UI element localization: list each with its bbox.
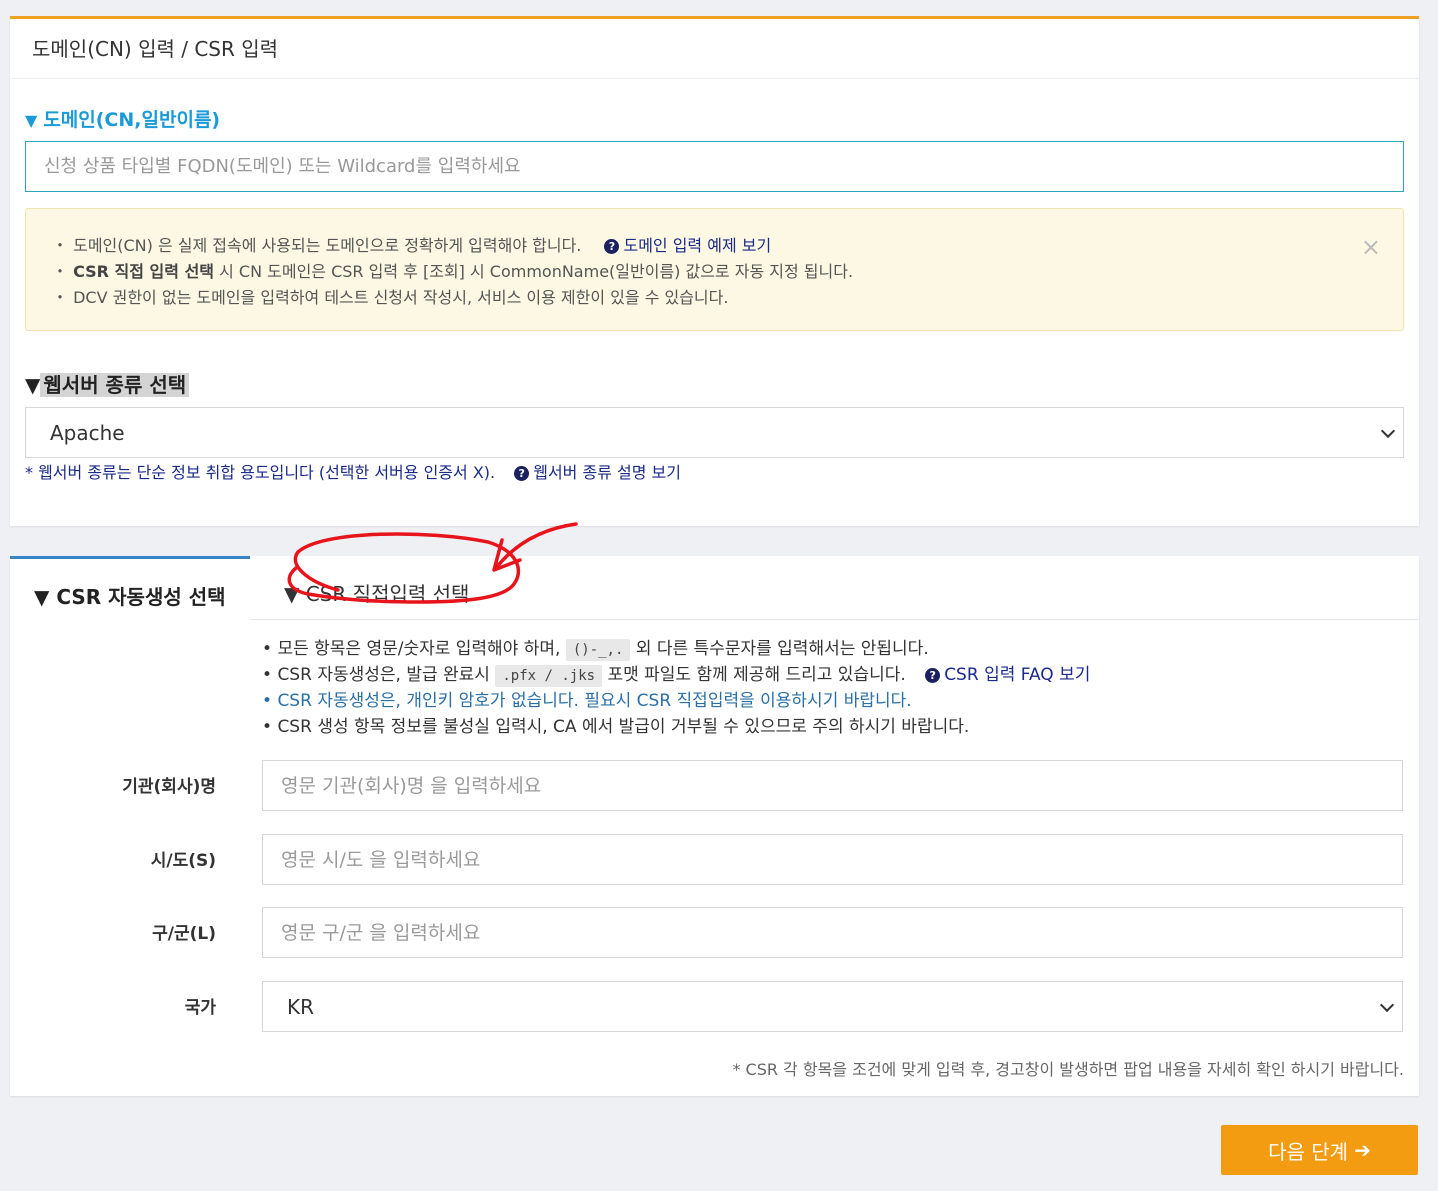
file-format-code: .pfx / .jks	[495, 665, 603, 687]
next-step-label: 다음 단계	[1268, 1139, 1349, 1164]
domain-label-text: 도메인(CN,일반이름)	[43, 109, 221, 131]
notice-line-1: ・ 도메인(CN) 은 실제 접속에 사용되는 도메인으로 정확하게 입력해야 …	[52, 236, 772, 255]
question-circle-icon: ?	[514, 466, 530, 481]
tab-csr-auto[interactable]: ▼ CSR 자동생성 선택	[10, 556, 250, 621]
csr-footnote: * CSR 각 항목을 조건에 맞게 입력 후, 경고창이 발생하면 팝업 내용…	[732, 1060, 1404, 1079]
domain-notice: ・ 도메인(CN) 은 실제 접속에 사용되는 도메인으로 정확하게 입력해야 …	[25, 208, 1404, 331]
notice-text-3: DCV 권한이 없는 도메인을 입력하여 테스트 신청서 작성시, 서비스 이용…	[73, 288, 729, 307]
notice-line-2: ・ CSR 직접 입력 선택 시 CN 도메인은 CSR 입력 후 [조회] 시…	[52, 262, 854, 281]
allowed-chars-code: ()-_,.	[565, 639, 631, 661]
chevron-down-icon	[1379, 997, 1395, 1012]
tab-csr-manual[interactable]: ▼ CSR 직접입력 선택	[284, 578, 469, 607]
domain-example-link[interactable]: ? 도메인 입력 예제 보기	[604, 236, 771, 255]
city-input[interactable]	[262, 907, 1403, 958]
csr-panel: ▼ CSR 자동생성 선택 ▼ CSR 직접입력 선택 • 모든 항목은 영문/…	[10, 522, 1419, 1096]
csr-rules: • 모든 항목은 영문/숫자로 입력해야 하며, ()-_,. 외 다른 특수문…	[262, 636, 1090, 740]
city-label: 구/군(L)	[152, 924, 216, 944]
notice-text-2: 시 CN 도메인은 CSR 입력 후 [조회] 시 CommonName(일반이…	[214, 262, 854, 281]
triangle-down-icon: ▼	[25, 111, 38, 130]
triangle-down-icon: ▼	[34, 585, 57, 609]
notice-text-1: 도메인(CN) 은 실제 접속에 사용되는 도메인으로 정확하게 입력해야 합니…	[73, 236, 582, 255]
rule-4: • CSR 생성 항목 정보를 불성실 입력시, CA 에서 발급이 거부될 수…	[262, 717, 970, 737]
rule-1: • 모든 항목은 영문/숫자로 입력해야 하며, ()-_,. 외 다른 특수문…	[262, 639, 929, 661]
csr-faq-link[interactable]: ? CSR 입력 FAQ 보기	[925, 665, 1090, 685]
close-icon[interactable]: ×	[1361, 233, 1381, 261]
rule-2: • CSR 자동생성은, 발급 완료시 .pfx / .jks 포맷 파일도 함…	[262, 665, 1091, 687]
domain-csr-panel: 도메인(CN) 입력 / CSR 입력 ▼ 도메인(CN,일반이름) ・ 도메인(…	[10, 16, 1419, 526]
webserver-note-text: * 웹서버 종류는 단순 정보 취합 용도입니다 (선택한 서버용 인증서 X)…	[25, 463, 496, 482]
notice-bold-text: CSR 직접 입력 선택	[73, 262, 215, 281]
state-label: 시/도(S)	[150, 851, 216, 871]
domain-section-label: ▼ 도메인(CN,일반이름)	[25, 105, 220, 132]
notice-line-3: ・ DCV 권한이 없는 도메인을 입력하여 테스트 신청서 작성시, 서비스 …	[52, 288, 729, 307]
webserver-label-text: 웹서버 종류 선택	[40, 373, 190, 397]
org-label: 기관(회사)명	[122, 777, 216, 797]
country-select[interactable]: KR	[262, 981, 1403, 1032]
triangle-down-icon: ▼	[25, 373, 41, 397]
webserver-selected-value: Apache	[50, 420, 125, 445]
csr-tabs: ▼ CSR 자동생성 선택 ▼ CSR 직접입력 선택	[10, 556, 1419, 621]
state-input[interactable]	[262, 834, 1403, 885]
next-step-button[interactable]: 다음 단계 ➔	[1221, 1125, 1418, 1175]
webserver-note: * 웹서버 종류는 단순 정보 취합 용도입니다 (선택한 서버용 인증서 X)…	[25, 459, 681, 483]
domain-input[interactable]	[25, 141, 1404, 192]
country-selected-value: KR	[287, 994, 315, 1019]
arrow-right-icon: ➔	[1354, 1138, 1371, 1162]
webserver-help-link[interactable]: ? 웹서버 종류 설명 보기	[514, 463, 681, 482]
triangle-down-icon: ▼	[284, 582, 306, 606]
webserver-section-label: ▼ 웹서버 종류 선택	[25, 369, 190, 399]
chevron-down-icon	[1380, 423, 1396, 438]
question-circle-icon: ?	[925, 668, 941, 683]
org-input[interactable]	[262, 760, 1403, 811]
panel-title: 도메인(CN) 입력 / CSR 입력	[10, 19, 1419, 79]
country-label: 국가	[184, 998, 216, 1018]
question-circle-icon: ?	[604, 239, 620, 254]
rule-3: • CSR 자동생성은, 개인키 암호가 없습니다. 필요시 CSR 직접입력을…	[262, 691, 912, 711]
webserver-select[interactable]: Apache	[25, 407, 1404, 458]
